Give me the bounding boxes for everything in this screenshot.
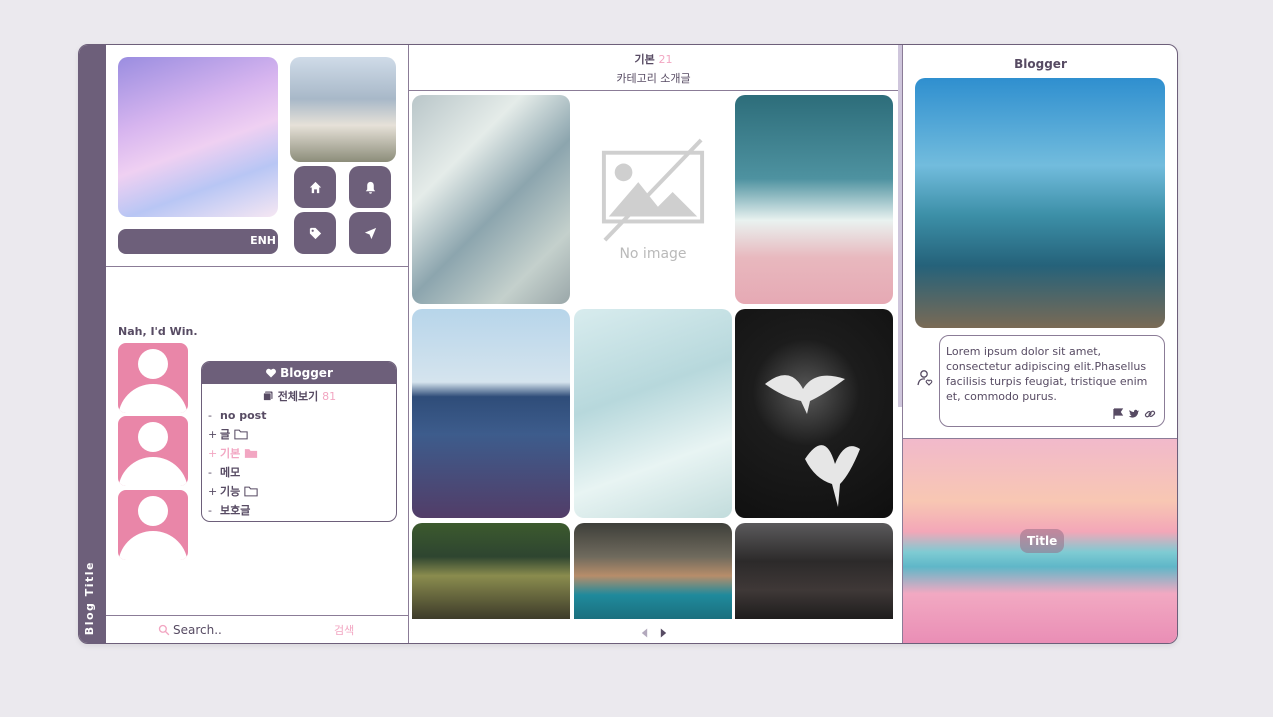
- next-page-icon[interactable]: [659, 627, 668, 639]
- category-item-active[interactable]: + 기본: [208, 445, 396, 461]
- search-icon: [158, 624, 170, 636]
- language-toggle[interactable]: ENH: [118, 229, 278, 254]
- avatar[interactable]: [118, 416, 188, 486]
- category-all[interactable]: 전체보기 81: [202, 388, 396, 404]
- blog-title[interactable]: Blog Title: [83, 561, 96, 635]
- category-title: 기본 21: [409, 51, 898, 67]
- category-prefix: +: [208, 446, 218, 460]
- search-input[interactable]: Search..: [173, 623, 222, 637]
- blog-frame: Blog Title ENH Nah, I'd Win. Blogger 전체보…: [78, 44, 1178, 644]
- category-header-label: Blogger: [280, 366, 333, 380]
- category-name: 기본: [634, 53, 655, 66]
- beach-thumbnail: [290, 57, 396, 162]
- stack-icon: [263, 391, 273, 401]
- left-column: ENH Nah, I'd Win. Blogger 전체보기 81 - no p…: [106, 45, 409, 643]
- category-label: 보호글: [220, 504, 251, 517]
- post-grid-column: 기본 21 카테고리 소개글 No image: [409, 45, 900, 643]
- paper-plane-icon: [364, 227, 376, 239]
- category-prefix: -: [208, 503, 212, 517]
- category-header: Blogger: [202, 362, 396, 384]
- post-thumbnail[interactable]: [735, 95, 893, 304]
- category-item[interactable]: - 보호글: [208, 502, 396, 518]
- category-label: 메모: [220, 466, 241, 479]
- post-thumbnail[interactable]: [735, 309, 893, 518]
- category-prefix: -: [208, 465, 212, 479]
- profile-image: [118, 57, 278, 217]
- folder-open-icon: [245, 448, 258, 458]
- tag-icon: [309, 227, 321, 239]
- send-button[interactable]: [349, 212, 391, 254]
- doves-image: [765, 375, 860, 507]
- category-item[interactable]: - no post: [208, 407, 396, 423]
- category-prefix: -: [208, 408, 212, 422]
- category-all-label: 전체보기: [277, 390, 319, 403]
- prev-page-icon[interactable]: [640, 627, 649, 639]
- category-label: 기능: [220, 485, 241, 498]
- search-button[interactable]: 검색: [334, 622, 354, 638]
- title-chip[interactable]: Title: [1020, 529, 1065, 553]
- category-label: 기본: [220, 447, 241, 460]
- no-image-icon: [601, 138, 705, 241]
- post-thumbnail[interactable]: [574, 523, 732, 619]
- category-prefix: +: [208, 484, 218, 498]
- category-item[interactable]: + 기능: [208, 483, 396, 499]
- category-label: 글: [220, 428, 231, 441]
- blogger-description: Lorem ipsum dolor sit amet, consectetur …: [939, 335, 1165, 427]
- sidebar-title: Blogger: [1014, 57, 1067, 71]
- pagination: [640, 627, 668, 639]
- link-icon[interactable]: [1144, 408, 1156, 420]
- post-thumbnail[interactable]: [735, 523, 893, 619]
- divider: [106, 266, 409, 267]
- search-bar: Search.. 검색: [106, 615, 409, 643]
- category-all-count: 81: [322, 390, 337, 403]
- no-image-label: No image: [619, 245, 687, 262]
- post-thumbnail[interactable]: [574, 309, 732, 518]
- avatar[interactable]: [118, 343, 188, 413]
- heart-icon: [266, 368, 277, 378]
- category-box: Blogger 전체보기 81 - no post + 글 + 기본 - 메모 …: [201, 361, 397, 522]
- category-prefix: +: [208, 427, 218, 441]
- category-item[interactable]: + 글: [208, 426, 396, 442]
- featured-image: [915, 78, 1165, 328]
- category-item[interactable]: - 메모: [208, 464, 396, 480]
- category-count: 21: [658, 53, 673, 66]
- user-heart-icon: [917, 370, 933, 386]
- home-button[interactable]: [294, 166, 336, 208]
- twitter-icon[interactable]: [1128, 408, 1140, 420]
- blogger-description-text: Lorem ipsum dolor sit amet, consectetur …: [946, 345, 1148, 403]
- post-thumbnail[interactable]: [412, 309, 570, 518]
- post-thumbnail[interactable]: [412, 95, 570, 304]
- avatar[interactable]: [118, 490, 188, 560]
- tag-button[interactable]: [294, 212, 336, 254]
- folder-icon: [244, 486, 258, 496]
- profile-greeting: Nah, I'd Win.: [118, 325, 198, 338]
- category-label: no post: [220, 408, 267, 422]
- home-icon: [309, 181, 321, 193]
- category-info: 기본 21 카테고리 소개글: [409, 45, 898, 91]
- notification-button[interactable]: [349, 166, 391, 208]
- blog-spine: Blog Title: [79, 45, 106, 643]
- post-thumbnail-placeholder[interactable]: No image: [574, 95, 732, 304]
- post-thumbnail[interactable]: [412, 523, 570, 619]
- bell-icon: [365, 181, 375, 194]
- folder-icon: [234, 429, 248, 439]
- category-description: 카테고리 소개글: [616, 72, 691, 85]
- right-column: Blogger Lorem ipsum dolor sit amet, cons…: [902, 45, 1177, 643]
- social-links: [1112, 408, 1156, 420]
- flag-icon[interactable]: [1112, 408, 1124, 420]
